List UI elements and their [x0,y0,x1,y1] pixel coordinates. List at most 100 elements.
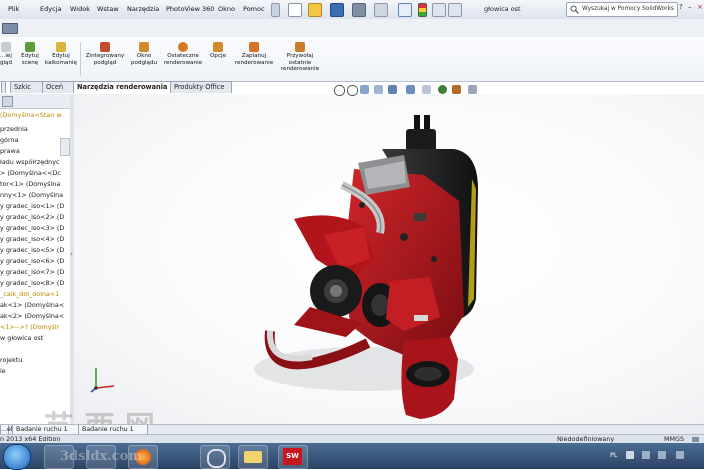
scene-icon[interactable] [452,85,461,94]
command-tabs: Szkic Oceń Narzędzia renderowania Produk… [0,81,240,94]
menu-view[interactable]: Widok [70,5,90,13]
traffic-light-icon[interactable] [418,3,427,17]
edit-decal-label: Edytuj kalkomanię [44,53,77,66]
menu-edit[interactable]: Edycja [40,5,61,13]
tree-item[interactable]: przednia [0,124,28,134]
tree-item[interactable]: górna [0,135,18,145]
edit-scene-button[interactable]: Edytuj scenę [16,42,44,66]
windows-taskbar: SW 3dsldx.com PL [0,443,704,470]
tree-item[interactable]: y gradec_iso<1> (D [0,201,64,211]
tab-sketch[interactable]: Szkic [10,81,44,93]
edit-decal-button[interactable]: Edytuj kalkomanię [44,42,78,66]
select-icon[interactable] [398,3,412,17]
previous-view-icon[interactable] [360,85,369,94]
tab-features[interactable] [1,81,6,93]
view-orientation-icon[interactable] [388,85,397,94]
rebuild-icon[interactable] [432,3,446,17]
tray-volume-icon[interactable] [658,451,666,459]
minimize-icon[interactable]: – [688,3,696,14]
open-folder-icon[interactable] [308,3,322,17]
menu-help[interactable]: Pomoc [243,5,265,13]
save-icon[interactable] [330,3,344,17]
tree-item[interactable]: y gradec_iso<8> (D [0,278,64,288]
window-icon[interactable] [2,23,18,34]
search-icon [570,5,579,14]
menu-window[interactable]: Okno [218,5,235,13]
final-render-button[interactable]: Ostateczne renderowanie [162,42,204,66]
print-icon[interactable] [352,3,366,17]
integrated-preview-button[interactable]: Zintegrowany podgląd [84,42,126,66]
tree-item[interactable]: ie [0,366,6,376]
tab-office-products[interactable]: Produkty Office [170,81,232,93]
view-button[interactable]: ...iej gląd [0,42,15,66]
tray-help-icon[interactable] [626,451,634,459]
options-icon[interactable] [448,3,462,17]
tree-tab-icon[interactable] [2,96,13,107]
graphics-area[interactable]: 艺 西 网 [44,85,704,445]
options-icon [213,42,223,52]
hide-show-icon[interactable] [422,85,431,94]
help-icon[interactable]: ? [679,3,687,14]
view-icon [1,42,11,52]
tree-item[interactable]: tor<1> (Domyślna [0,179,60,189]
command-manager-bar [0,19,704,38]
tab-render-tools[interactable]: Narzędzia renderowania [73,81,172,93]
tree-item[interactable]: <1>-->? (Domyślr [0,322,59,332]
schedule-render-button[interactable]: Zaplanuj renderowanie [232,42,276,66]
menu-file[interactable]: Plik [8,5,19,13]
tree-item[interactable]: y gradec_iso<3> (D [0,223,64,233]
tray-network-icon[interactable] [642,451,650,459]
recall-render-button[interactable]: Przywołaj ostatnie renderowanie [278,42,322,73]
tab-evaluate[interactable]: Oceń [42,81,75,93]
tree-item[interactable]: y gradec_iso<7> (D [0,267,64,277]
tree-item[interactable]: y gradec_iso<6> (D [0,256,64,266]
final-render-label: Ostateczne renderowanie [163,53,203,66]
scene-icon [25,42,35,52]
options-label: Opcje [209,53,227,59]
model-glowica[interactable] [254,109,514,429]
menu-insert[interactable]: Wstaw [97,5,119,13]
tree-item[interactable]: nny<1> (Domyślna [0,190,63,200]
solidworks-icon[interactable]: SW [278,445,308,469]
tree-config-header[interactable]: (Domyślna<Stan w [0,111,62,119]
appearance-icon[interactable] [438,85,447,94]
recall-icon [295,42,305,52]
display-style-icon[interactable] [406,85,415,94]
preview-window-icon [139,42,149,52]
tree-scrollbar[interactable] [60,138,70,156]
close-icon[interactable]: × [697,3,704,14]
options-button[interactable]: Opcje [207,42,229,60]
tree-toolbar [0,94,70,109]
tree-item[interactable]: prawa [0,146,20,156]
zoom-to-fit-icon[interactable] [334,85,345,96]
tree-item[interactable]: ak<2> (Domyślna< [0,311,64,321]
tree-item[interactable]: ładu współrzędnyc [0,157,60,167]
help-search-input[interactable]: Wyszukaj w Pomocy SolidWorks [566,2,678,17]
pin-icon[interactable] [271,3,280,17]
folder-icon[interactable] [238,445,268,469]
tree-item[interactable]: w głowica ost [0,333,43,343]
status-help-icon[interactable] [692,437,699,442]
preview-window-button[interactable]: Okno podglądu [129,42,159,66]
section-view-icon[interactable] [374,85,383,94]
language-indicator[interactable]: PL [610,451,618,459]
tree-item[interactable]: y gradec_iso<4> (D [0,234,64,244]
tree-item[interactable]: rojektu [0,355,22,365]
start-button[interactable] [3,444,31,470]
recall-render-label: Przywołaj ostatnie renderowanie [280,53,320,73]
zoom-area-icon[interactable] [347,85,358,96]
tree-item[interactable]: _calk_dol_dolna<1 [0,289,59,299]
tree-item[interactable]: y gradec_iso<2> (D [0,212,64,222]
tree-item[interactable]: ak<1> (Domyślna< [0,300,64,310]
tree-item[interactable]: y gradec_iso<5> (D [0,245,64,255]
clock-icon[interactable] [200,445,230,469]
undo-icon[interactable] [374,3,388,17]
tree-item[interactable]: > (Domyślna<<Dc [0,168,61,178]
menu-photoview[interactable]: PhotoView 360 [166,5,214,13]
menu-tools[interactable]: Narzędzia [127,5,159,13]
render-tools-ribbon: ...iej gląd Edytuj scenę Edytuj kalkoman… [0,37,704,82]
schedule-render-label: Zaplanuj renderowanie [234,53,274,66]
tray-battery-icon[interactable] [676,451,684,459]
new-document-icon[interactable] [288,3,302,17]
view-settings-icon[interactable] [468,85,477,94]
